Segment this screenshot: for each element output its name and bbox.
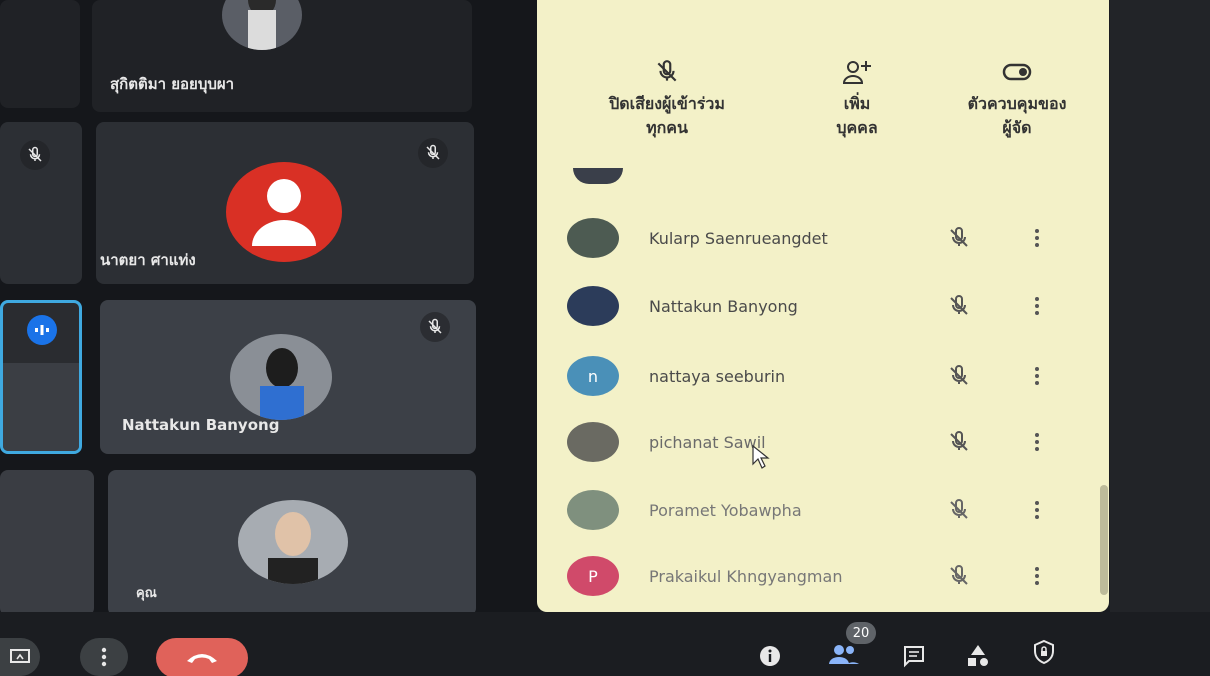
mic-off-icon (418, 138, 448, 168)
participant-avatar-partial (573, 168, 623, 184)
add-people-label-1: เพิ่ม (843, 94, 871, 113)
shield-lock-icon (1034, 639, 1054, 665)
video-tile-self[interactable]: คุณ (108, 470, 476, 616)
add-people-button[interactable]: เพิ่ม บุคคล (797, 52, 917, 140)
participant-avatar (567, 286, 619, 326)
participant-row[interactable]: n nattaya seeburin (567, 346, 1087, 406)
video-grid: สุกิตติมา ยอยบุบผา นาตยา ศาแท่ง Nattakun… (0, 0, 540, 676)
speaking-indicator-icon (27, 315, 57, 345)
video-tile-2[interactable]: นาตยา ศาแท่ง (96, 122, 474, 284)
hang-up-icon (187, 654, 217, 663)
panel-scrollbar[interactable] (1100, 485, 1108, 595)
mouse-cursor-icon (751, 444, 773, 474)
bottom-bar (0, 612, 1210, 676)
video-tile-1[interactable]: สุกิตติมา ยอยบุบผา (92, 0, 472, 112)
chat-button[interactable] (896, 640, 932, 672)
participant-avatar (567, 218, 619, 258)
host-controls-button[interactable]: ตัวควบคุมของ ผู้จัด (937, 52, 1097, 140)
video-tile[interactable] (0, 0, 80, 108)
shapes-icon (968, 645, 988, 666)
video-feed (3, 363, 79, 451)
tile-name: Nattakun Banyong (122, 416, 280, 434)
mic-off-icon (577, 52, 757, 92)
activities-button[interactable] (960, 640, 996, 672)
people-icon (829, 645, 859, 664)
more-options-icon[interactable] (1027, 567, 1047, 585)
add-people-label-2: บุคคล (836, 118, 878, 137)
present-button[interactable] (0, 638, 40, 676)
participant-name: Prakaikul Khngyangman (649, 566, 843, 586)
video-tile[interactable] (0, 470, 94, 616)
video-tile-3[interactable]: Nattakun Banyong (100, 300, 476, 454)
mic-off-icon[interactable] (939, 498, 979, 522)
self-avatar (238, 500, 348, 584)
participant-avatar (567, 422, 619, 462)
tile-name: สุกิตติมา ยอยบุบผา (110, 75, 235, 93)
tile-name: คุณ (136, 586, 157, 601)
more-options-button[interactable] (80, 638, 128, 676)
mic-off-icon[interactable] (939, 294, 979, 318)
participant-name: Poramet Yobawpha (649, 500, 802, 520)
host-controls-label-1: ตัวควบคุมของ (967, 94, 1067, 113)
participant-photo (230, 334, 332, 420)
participant-avatar (222, 0, 302, 50)
more-options-icon[interactable] (1027, 297, 1047, 315)
more-options-icon[interactable] (1027, 433, 1047, 451)
participant-name: Nattakun Banyong (649, 296, 798, 316)
participant-row[interactable]: pichanat Sawil (567, 412, 1087, 472)
mic-off-icon (20, 140, 50, 170)
participants-panel: ปิดเสียงผู้เข้าร่วม ทุกคน เพิ่ม บุคคล ตั… (537, 0, 1109, 612)
chat-icon (904, 646, 924, 668)
toggle-icon (937, 52, 1097, 92)
mic-off-icon (420, 312, 450, 342)
participant-row[interactable]: Kularp Saenrueangdet (567, 208, 1087, 268)
mute-all-label-2: ทุกคน (646, 118, 688, 137)
more-options-icon[interactable] (1027, 229, 1047, 247)
more-options-icon[interactable] (1027, 367, 1047, 385)
participant-row[interactable]: Poramet Yobawpha (567, 480, 1087, 540)
host-controls-bar-button[interactable] (1026, 636, 1062, 668)
add-person-icon (797, 52, 917, 92)
leave-call-button[interactable] (156, 638, 248, 676)
tile-name: นาตยา ศาแท่ง (100, 251, 196, 269)
mic-off-icon[interactable] (939, 364, 979, 388)
participant-row[interactable]: Nattakun Banyong (567, 276, 1087, 336)
mic-off-icon[interactable] (939, 564, 979, 588)
mic-off-icon[interactable] (939, 226, 979, 250)
participant-name: nattaya seeburin (649, 366, 786, 386)
more-options-icon[interactable] (1027, 501, 1047, 519)
people-count-badge: 20 (846, 622, 876, 644)
screen-bezel (1110, 0, 1210, 612)
meeting-info-button[interactable] (752, 640, 788, 672)
participant-name: Kularp Saenrueangdet (649, 228, 828, 248)
host-controls-label-2: ผู้จัด (1002, 118, 1032, 137)
video-tile[interactable] (0, 122, 82, 284)
participant-name: pichanat Sawil (649, 432, 766, 452)
participant-avatar-initial: P (567, 556, 619, 596)
mic-off-icon[interactable] (939, 430, 979, 454)
video-tile-active[interactable] (0, 300, 82, 454)
avatar-default (226, 162, 342, 262)
info-icon (760, 646, 780, 666)
mute-all-button[interactable]: ปิดเสียงผู้เข้าร่วม ทุกคน (577, 52, 757, 140)
participant-row[interactable]: P Prakaikul Khngyangman (567, 546, 1087, 606)
panel-actions: ปิดเสียงผู้เข้าร่วม ทุกคน เพิ่ม บุคคล ตั… (537, 52, 1109, 162)
participant-avatar (567, 490, 619, 530)
mute-all-label-1: ปิดเสียงผู้เข้าร่วม (609, 94, 725, 113)
participant-avatar-initial: n (567, 356, 619, 396)
